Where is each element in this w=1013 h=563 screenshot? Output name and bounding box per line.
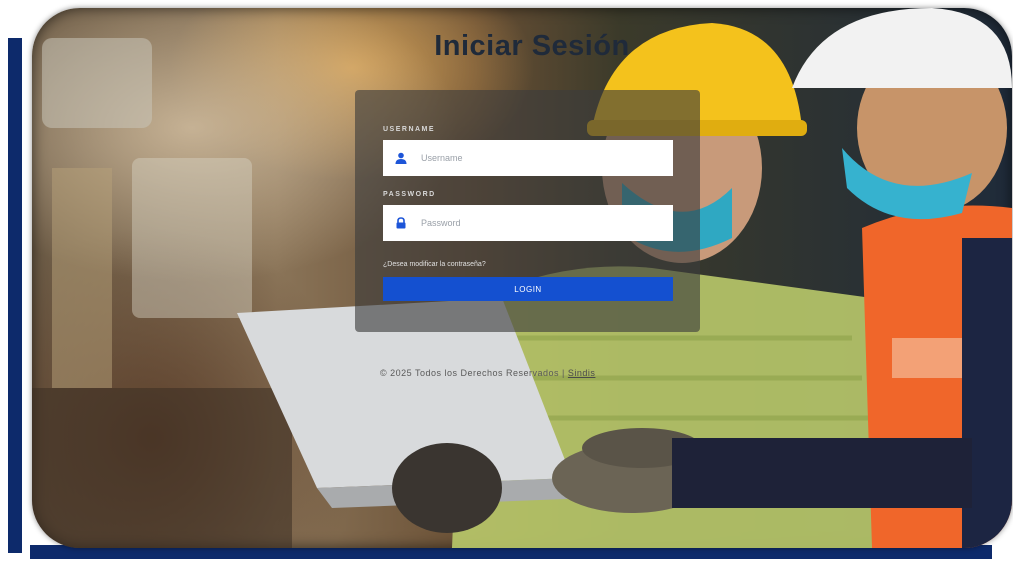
password-field[interactable] xyxy=(383,205,673,241)
password-label: PASSWORD xyxy=(383,191,436,198)
lock-icon xyxy=(383,205,419,241)
password-input[interactable] xyxy=(419,217,663,229)
username-label: USERNAME xyxy=(383,126,436,133)
user-icon xyxy=(383,140,419,176)
login-panel: USERNAME PASSWORD ¿Desea modificar la co… xyxy=(355,90,700,332)
footer-copyright: © 2025 Todos los Derechos Reservados | S… xyxy=(380,368,740,378)
background-photo: Iniciar Sesión USERNAME PASSWORD ¿Desea xyxy=(32,8,1012,548)
page-title: Iniciar Sesión xyxy=(434,30,630,62)
login-button[interactable]: LOGIN xyxy=(383,277,673,301)
username-input[interactable] xyxy=(419,152,663,164)
frame-left-bar xyxy=(8,38,22,553)
footer-text: © 2025 Todos los Derechos Reservados | xyxy=(380,368,568,378)
forgot-password-link[interactable]: ¿Desea modificar la contraseña? xyxy=(383,261,486,268)
username-field[interactable] xyxy=(383,140,673,176)
footer-link[interactable]: Sindis xyxy=(568,368,596,378)
